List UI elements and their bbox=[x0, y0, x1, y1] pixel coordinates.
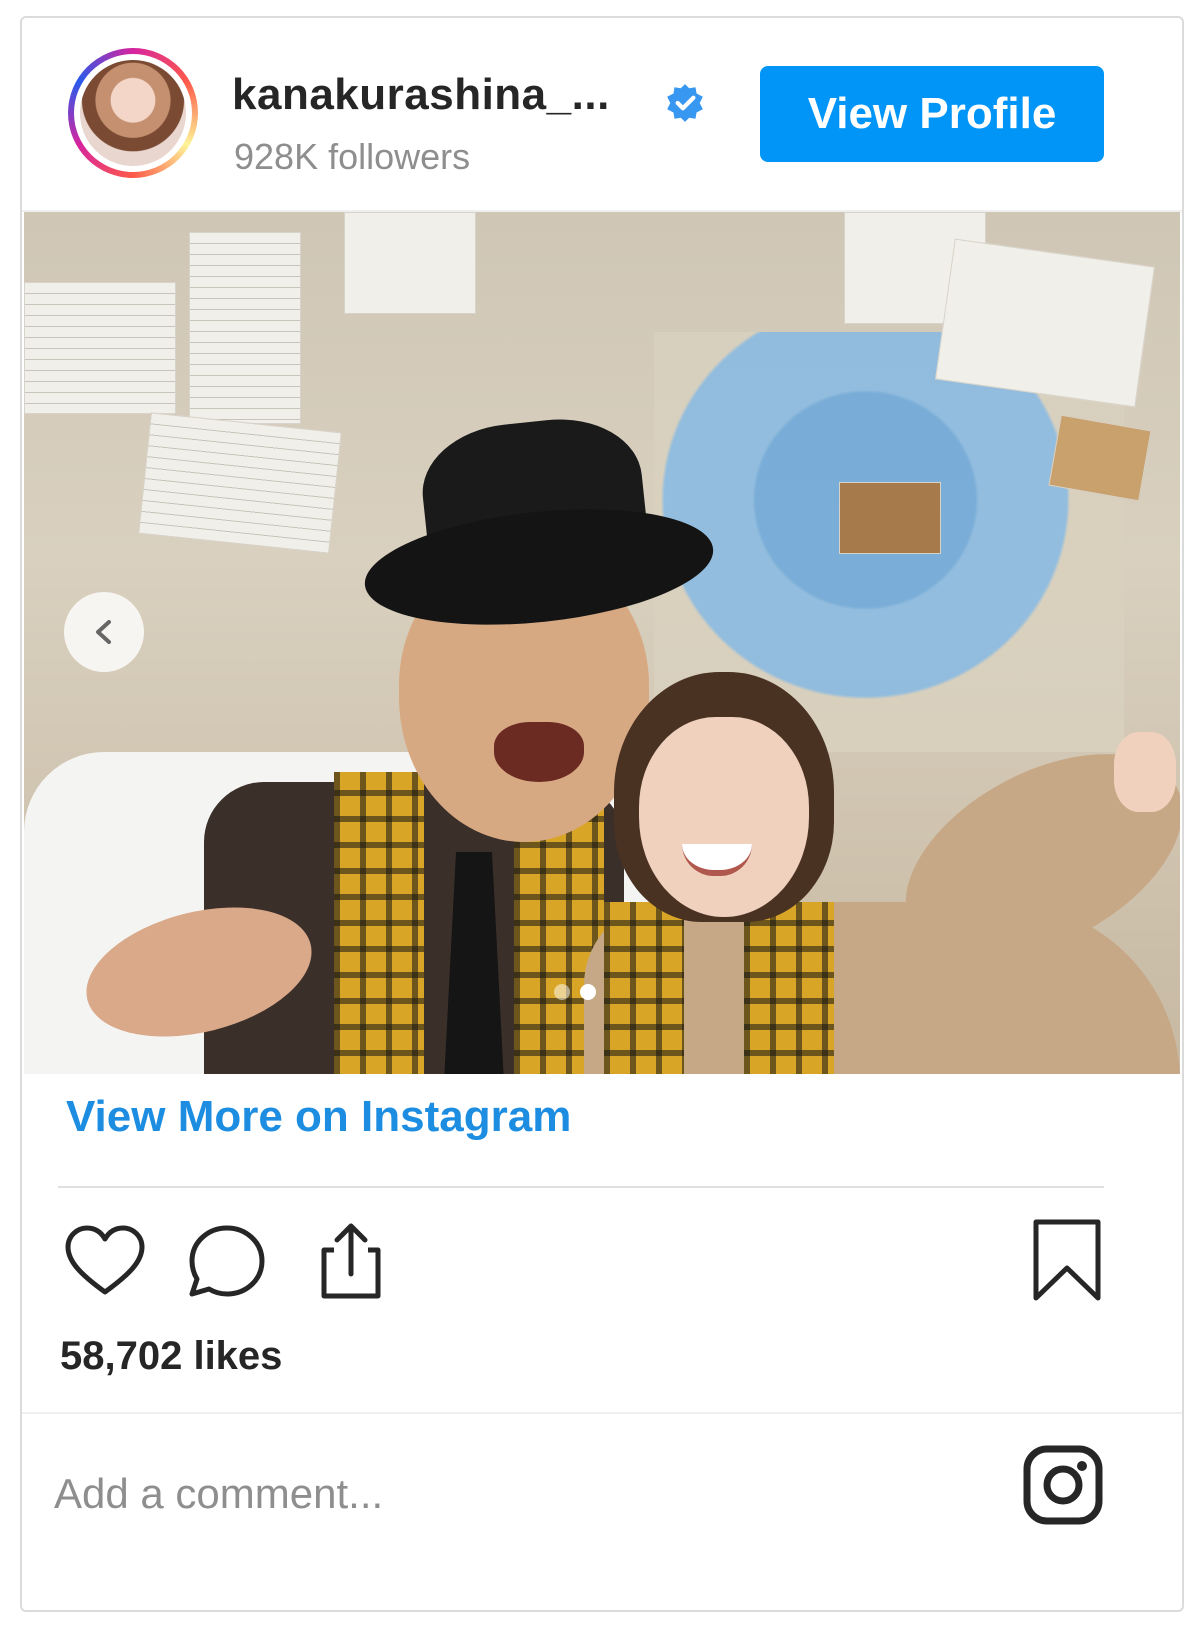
instagram-logo-icon[interactable] bbox=[1022, 1444, 1104, 1526]
carousel-previous-button[interactable] bbox=[64, 592, 144, 672]
comment-button[interactable] bbox=[182, 1216, 272, 1306]
chevron-left-icon bbox=[96, 620, 111, 644]
divider bbox=[22, 1412, 1182, 1414]
view-more-on-instagram-link[interactable]: View More on Instagram bbox=[66, 1092, 571, 1142]
username[interactable]: kanakurashina_... bbox=[232, 70, 610, 120]
post-image[interactable] bbox=[24, 212, 1180, 1074]
heart-icon bbox=[65, 1225, 145, 1295]
instagram-embed-card: kanakurashina_... 928K followers View Pr… bbox=[20, 16, 1184, 1612]
comment-icon bbox=[189, 1225, 265, 1297]
bookmark-icon bbox=[1033, 1219, 1101, 1301]
carousel-dot-active bbox=[580, 984, 596, 1000]
divider bbox=[58, 1186, 1104, 1188]
avatar-image bbox=[80, 60, 186, 166]
view-profile-button[interactable]: View Profile bbox=[760, 66, 1104, 162]
carousel-indicator bbox=[554, 984, 596, 1000]
post-header: kanakurashina_... 928K followers View Pr… bbox=[22, 18, 1182, 212]
bookmark-button[interactable] bbox=[1022, 1216, 1112, 1306]
comment-input[interactable] bbox=[52, 1458, 956, 1530]
avatar[interactable] bbox=[68, 48, 198, 178]
carousel-dot bbox=[554, 984, 570, 1000]
like-button[interactable] bbox=[60, 1216, 150, 1306]
share-button[interactable] bbox=[304, 1216, 394, 1306]
follower-count: 928K followers bbox=[234, 136, 471, 177]
share-icon bbox=[321, 1223, 381, 1299]
like-count: 58,702 likes bbox=[60, 1334, 283, 1378]
verified-badge-icon bbox=[667, 84, 703, 122]
